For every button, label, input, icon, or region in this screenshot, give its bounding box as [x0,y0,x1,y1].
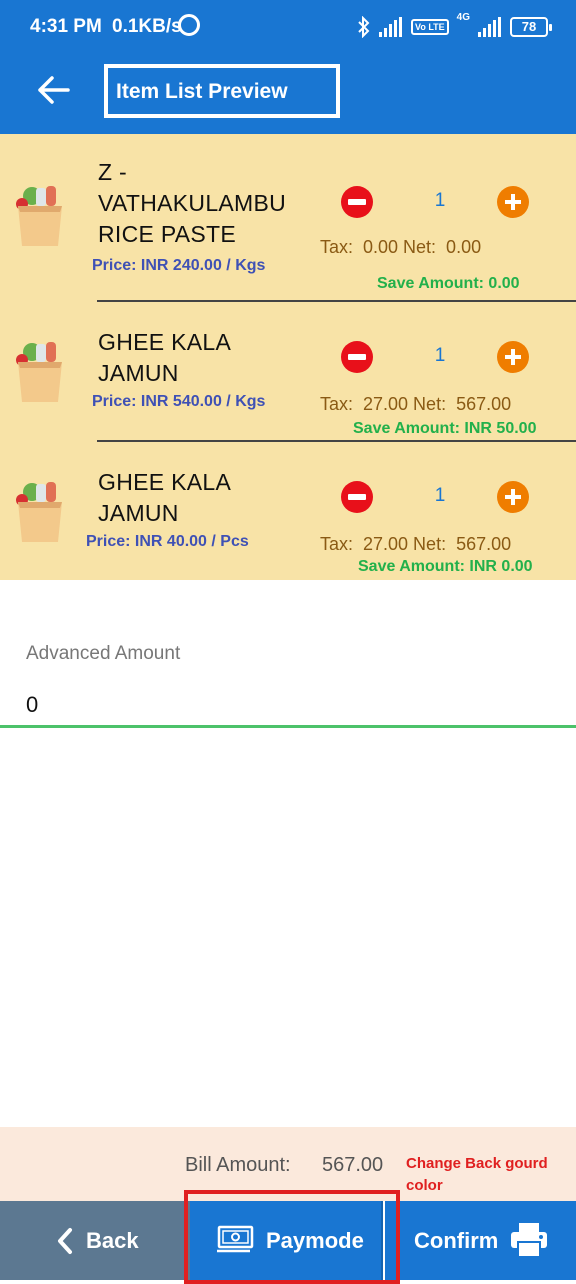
item-quantity: 1 [434,485,446,506]
item-name: Z - VATHAKULAMBU RICE PASTE [98,159,287,247]
signal-icon [478,17,502,37]
back-arrow-icon[interactable] [36,74,76,106]
plus-icon[interactable] [497,186,529,218]
list-item: Z - VATHAKULAMBU RICE PASTE Price: INR 2… [0,134,576,302]
confirm-button[interactable]: Confirm [385,1201,576,1280]
item-tax-net: Tax: 0.00 Net: 0.00 [320,237,482,257]
item-save-amount: Save Amount: INR 0.00 [358,558,533,575]
list-item: GHEE KALA JAMUN Price: INR 540.00 / Kgs … [0,302,576,442]
app-bar: Item List Preview [0,56,576,134]
status-icons: Vo LTE 4G 78 [357,12,552,40]
list-item: GHEE KALA JAMUN Price: INR 40.00 / Pcs 1… [0,442,576,580]
item-tax-net: Tax: 27.00 Net: 567.00 [320,394,512,414]
item-save-amount: Save Amount: 0.00 [377,275,520,292]
bill-amount-value: 567.00 [322,1154,384,1176]
item-name: GHEE KALA JAMUN [98,329,232,386]
item-save-amount: Save Amount: INR 50.00 [353,420,537,437]
advanced-amount-label: Advanced Amount [26,643,181,664]
grocery-bag-icon [16,186,62,246]
bottom-action-bar: Back Paymode Confirm [0,1201,576,1280]
cash-icon [217,1225,254,1253]
minus-icon[interactable] [341,341,373,373]
item-price: Price: INR 40.00 / Pcs [86,533,249,550]
signal-icon [378,17,403,37]
paymode-label: Paymode [266,1228,364,1253]
bill-amount-label: Bill Amount: [185,1154,291,1176]
page-title-box: Item List Preview [104,64,340,118]
plus-icon[interactable] [497,481,529,513]
grocery-bag-icon [16,482,62,542]
bill-bar: Bill Amount: 567.00 Change Back gourd co… [0,1127,576,1201]
volte-badge: Vo LTE [410,19,449,35]
status-time: 4:31 PM [30,16,102,37]
paymode-button[interactable]: Paymode [190,1201,383,1280]
network-type: 4G [456,12,470,23]
annotation-note: Change Back gourd color [406,1155,548,1194]
item-quantity: 1 [434,345,446,366]
item-list: Z - VATHAKULAMBU RICE PASTE Price: INR 2… [0,134,576,580]
status-bar: 4:31 PM 0.1KB/s Vo LTE 4G 78 [0,0,576,56]
page-title: Item List Preview [116,80,288,103]
plus-icon[interactable] [497,341,529,373]
item-quantity: 1 [434,190,446,211]
chevron-left-icon [58,1228,72,1254]
item-name: GHEE KALA JAMUN [98,469,232,526]
back-label: Back [86,1228,139,1253]
minus-icon[interactable] [341,186,373,218]
minus-icon[interactable] [341,481,373,513]
item-price: Price: INR 540.00 / Kgs [92,393,266,410]
grocery-bag-icon [16,342,62,402]
battery-icon: 78 [510,17,552,37]
back-button[interactable]: Back [0,1201,190,1280]
status-network-speed: 0.1KB/s [112,16,182,37]
item-tax-net: Tax: 27.00 Net: 567.00 [320,534,512,554]
item-price: Price: INR 240.00 / Kgs [92,257,266,274]
whatsapp-icon [178,14,200,36]
printer-icon [511,1223,547,1258]
bluetooth-icon [358,16,370,38]
advanced-amount-input[interactable] [0,684,576,728]
confirm-label: Confirm [414,1228,499,1253]
